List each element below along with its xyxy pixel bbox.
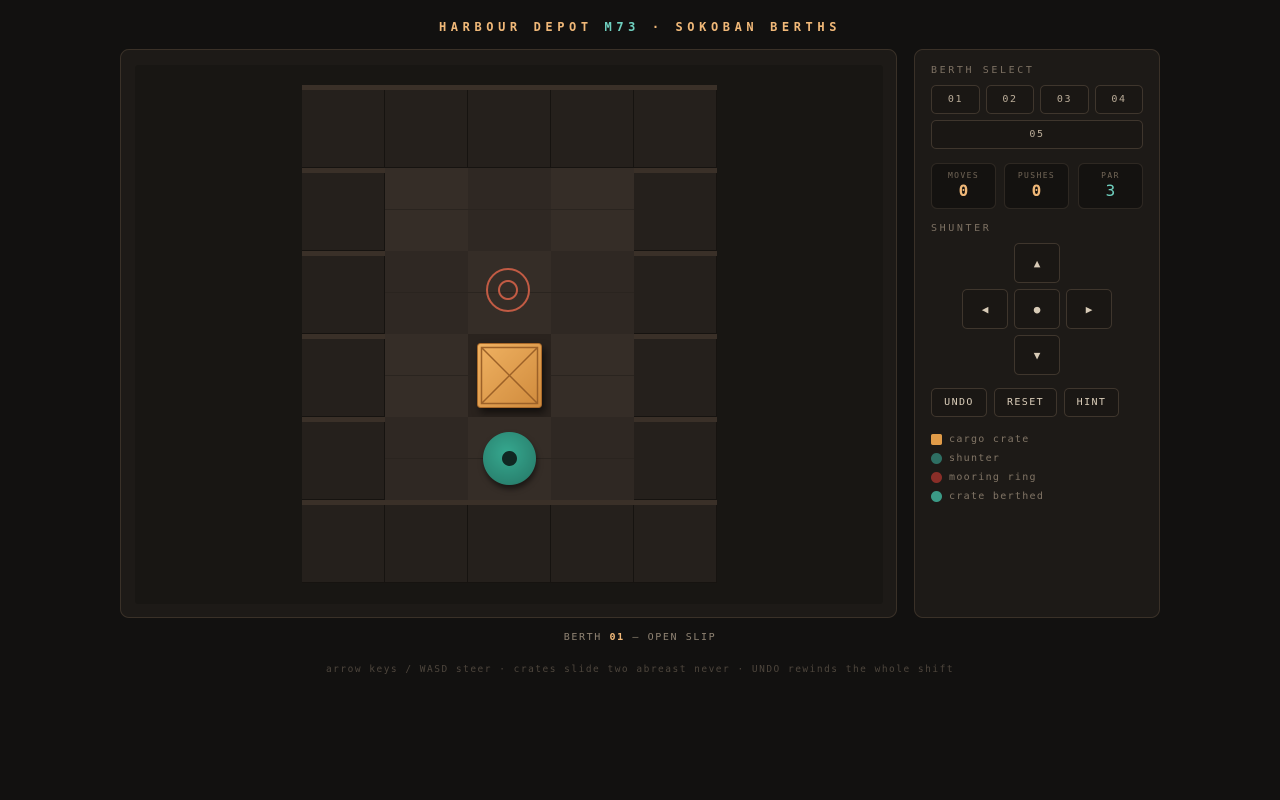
floor-tile	[468, 168, 551, 251]
reset-button[interactable]: RESET	[994, 388, 1057, 417]
floor-tile	[551, 334, 634, 417]
floor-tile	[551, 168, 634, 251]
wall-tile	[302, 168, 385, 251]
par-counter: PAR 3	[1078, 163, 1143, 209]
undo-button[interactable]: UNDO	[931, 388, 987, 417]
wall-tile	[302, 334, 385, 417]
ring-swatch-icon	[931, 471, 942, 483]
pushes-value: 0	[1031, 181, 1042, 200]
moves-label: MOVES	[947, 171, 980, 180]
floor-seam	[385, 458, 468, 459]
cargo-crate[interactable]	[477, 343, 542, 408]
pushes-label: PUSHES	[1017, 171, 1056, 180]
shunter-swatch-icon	[931, 452, 942, 464]
mooring-ring-target	[486, 268, 530, 312]
dot-icon: ●	[1033, 302, 1041, 316]
arrow-up-icon: ▲	[1033, 256, 1041, 270]
arrow-left-icon: ◀	[981, 302, 989, 316]
floor-seam	[551, 209, 634, 210]
berth-button-01[interactable]: 01	[931, 85, 980, 114]
legend-shunter: shunter	[931, 451, 1000, 465]
floor-seam	[468, 209, 551, 210]
moves-value: 0	[958, 181, 969, 200]
wall-tile	[385, 85, 468, 168]
wall-tile	[468, 500, 551, 583]
move-down-button[interactable]: ▼	[1014, 335, 1060, 375]
floor-tile	[468, 334, 551, 417]
wall-tile	[302, 251, 385, 334]
floor-seam	[551, 375, 634, 376]
floor-seam	[551, 292, 634, 293]
wall-tile	[634, 251, 717, 334]
floor-tile	[551, 417, 634, 500]
legend-cargo-crate: cargo crate	[931, 432, 1030, 446]
wall-tile	[551, 500, 634, 583]
title-suffix: · SOKOBAN BERTHS	[640, 20, 842, 34]
berth-button-05[interactable]: 05	[931, 120, 1143, 149]
wall-tile	[302, 500, 385, 583]
legend-label: mooring ring	[949, 471, 1037, 483]
berth-select-label: BERTH SELECT	[931, 65, 1035, 76]
floor-seam	[551, 458, 634, 459]
legend-label: crate berthed	[949, 490, 1045, 502]
wall-tile	[468, 85, 551, 168]
moves-counter: MOVES 0	[931, 163, 996, 209]
arrow-right-icon: ▶	[1085, 302, 1093, 316]
berth-button-03[interactable]: 03	[1040, 85, 1089, 114]
wall-tile	[634, 417, 717, 500]
par-label: PAR	[1101, 171, 1120, 180]
floor-tile	[385, 168, 468, 251]
shunter-label: SHUNTER	[931, 223, 992, 234]
berth-number: 01	[609, 632, 625, 643]
crate-swatch-icon	[931, 433, 942, 445]
arrow-down-icon: ▼	[1033, 348, 1041, 362]
page-title: HARBOUR DEPOT M73 · SOKOBAN BERTHS	[0, 20, 1280, 34]
berth-button-02[interactable]: 02	[986, 85, 1034, 114]
wall-tile	[551, 85, 634, 168]
hint-button[interactable]: HINT	[1064, 388, 1119, 417]
floor-tile	[468, 417, 551, 500]
floor-seam	[385, 292, 468, 293]
board-panel	[120, 49, 897, 618]
legend-label: cargo crate	[949, 433, 1030, 445]
wall-tile	[634, 85, 717, 168]
berthed-swatch-icon	[931, 490, 942, 502]
wall-tile	[634, 168, 717, 251]
floor-seam	[385, 209, 468, 210]
board-frame	[135, 65, 883, 604]
depot-code: M73	[604, 20, 640, 34]
move-left-button[interactable]: ◀	[962, 289, 1008, 329]
berth-button-04[interactable]: 04	[1095, 85, 1143, 114]
floor-tile	[385, 417, 468, 500]
floor-seam	[385, 375, 468, 376]
wall-tile	[385, 500, 468, 583]
control-sidebar: BERTH SELECT 01 02 03 04 05 MOVES 0 PUSH…	[914, 49, 1160, 618]
sokoban-grid[interactable]	[302, 85, 717, 583]
floor-tile	[385, 251, 468, 334]
par-value: 3	[1105, 181, 1116, 200]
shunter-player[interactable]	[483, 432, 536, 485]
move-up-button[interactable]: ▲	[1014, 243, 1060, 283]
legend-label: shunter	[949, 452, 1001, 464]
status-prefix: BERTH	[563, 632, 610, 643]
floor-tile	[385, 334, 468, 417]
wait-button[interactable]: ●	[1014, 289, 1060, 329]
floor-tile	[468, 251, 551, 334]
controls-hint: arrow keys / WASD steer · crates slide t…	[325, 664, 955, 675]
wall-tile	[302, 85, 385, 168]
legend-mooring-ring: mooring ring	[931, 470, 1037, 484]
wall-tile	[634, 334, 717, 417]
wall-tile	[634, 500, 717, 583]
status-suffix: — OPEN SLIP	[624, 632, 717, 643]
pushes-counter: PUSHES 0	[1004, 163, 1069, 209]
status-line: BERTH 01 — OPEN SLIP	[0, 632, 1280, 643]
legend-crate-berthed: crate berthed	[931, 489, 1044, 503]
floor-tile	[551, 251, 634, 334]
move-right-button[interactable]: ▶	[1066, 289, 1112, 329]
title-prefix: HARBOUR DEPOT	[438, 20, 605, 34]
wall-tile	[302, 417, 385, 500]
